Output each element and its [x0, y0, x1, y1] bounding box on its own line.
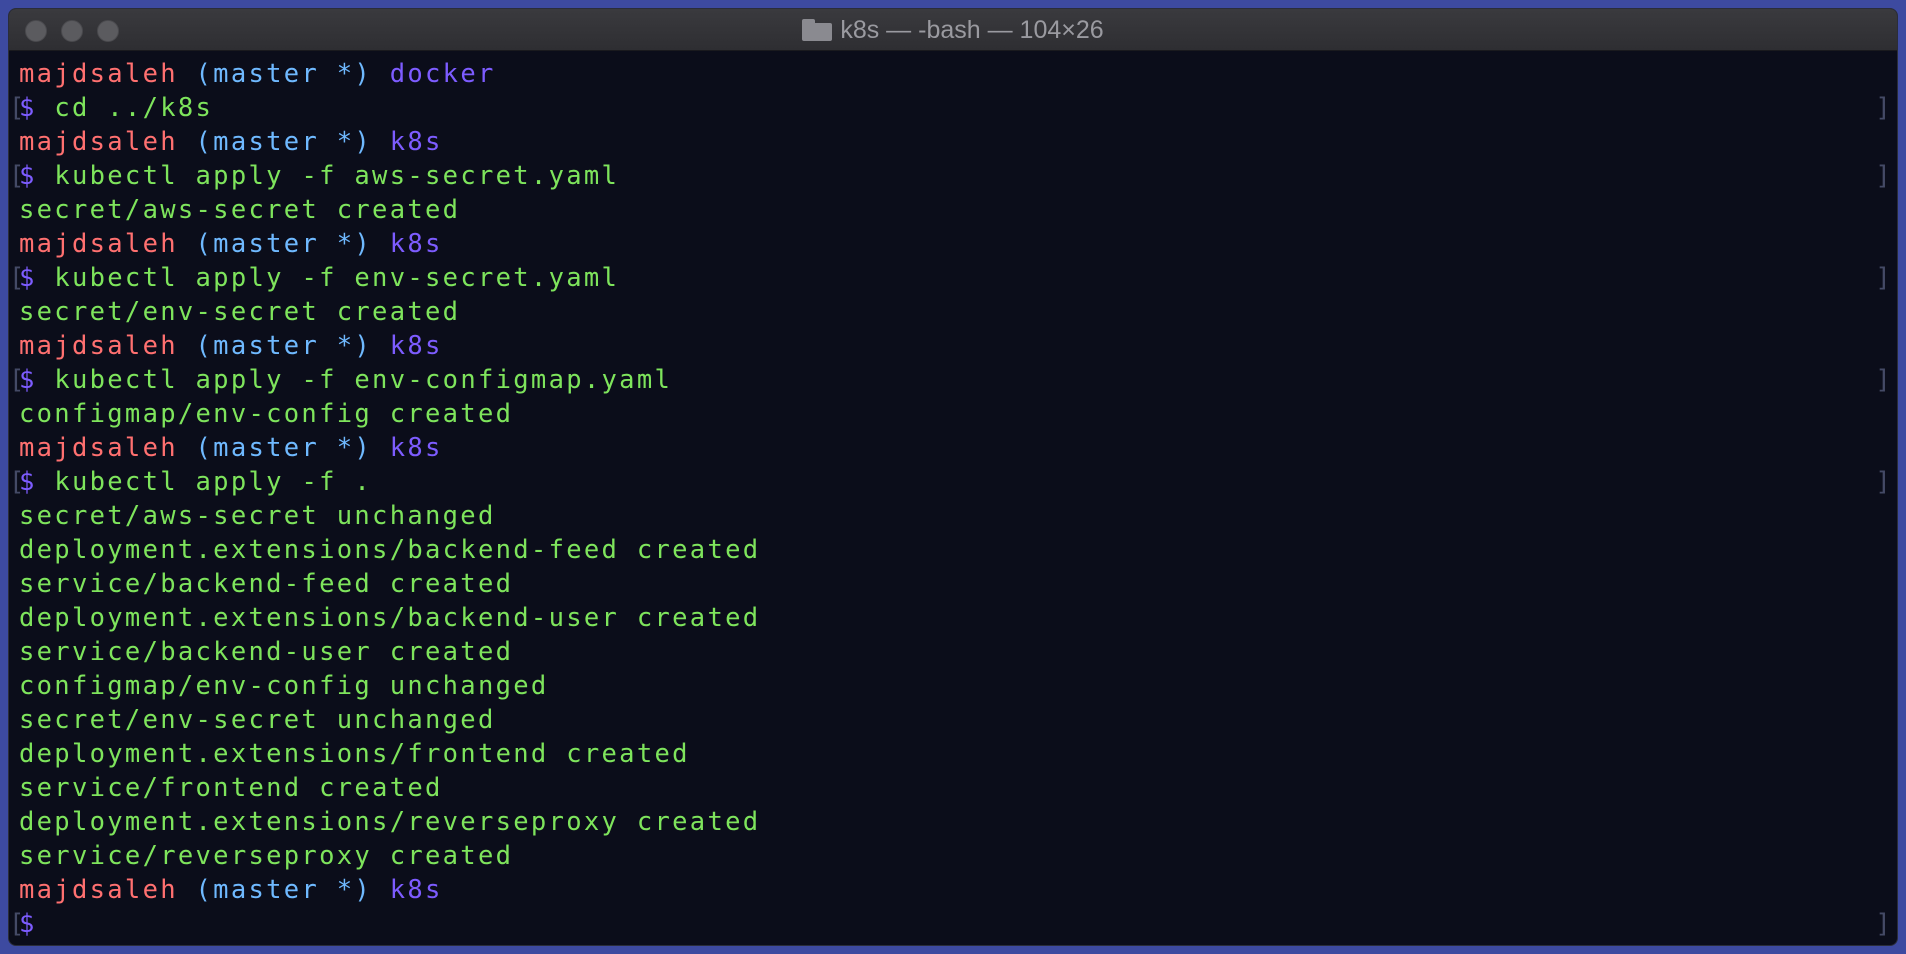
- line-mark-right: ]: [1875, 365, 1893, 395]
- output-line: secret/aws-secret created: [19, 193, 1887, 227]
- prompt-branch: (master *): [195, 127, 373, 157]
- output-text: deployment.extensions/frontend created: [19, 739, 690, 769]
- output-text: secret/env-secret created: [19, 297, 461, 327]
- command-line: [$ ]: [9, 907, 1891, 941]
- folder-icon: [802, 19, 833, 41]
- command-line: [$ cd ../k8s]: [9, 91, 1891, 125]
- prompt-user: majdsaleh: [19, 127, 178, 157]
- terminal-output[interactable]: majdsaleh (master *) docker[$ cd ../k8s]…: [9, 51, 1897, 945]
- command-line: [$ kubectl apply -f env-secret.yaml]: [9, 261, 1891, 295]
- prompt-branch: (master *): [195, 59, 373, 89]
- prompt-directory: k8s: [389, 875, 443, 905]
- prompt-line: majdsaleh (master *) k8s: [19, 125, 1887, 159]
- prompt-branch: (master *): [195, 875, 373, 905]
- prompt-line: majdsaleh (master *) k8s: [19, 431, 1887, 465]
- command-text: kubectl apply -f .: [54, 467, 373, 497]
- prompt-branch: (master *): [195, 331, 373, 361]
- window-title: k8s — -bash — 104×26: [9, 9, 1897, 51]
- prompt-directory: k8s: [389, 127, 443, 157]
- output-text: secret/aws-secret created: [19, 195, 461, 225]
- output-text: deployment.extensions/backend-feed creat…: [19, 535, 761, 565]
- output-text: secret/env-secret unchanged: [19, 705, 496, 735]
- output-line: configmap/env-config created: [19, 397, 1887, 431]
- output-text: deployment.extensions/backend-user creat…: [19, 603, 761, 633]
- line-mark-left: [: [9, 365, 27, 395]
- output-text: service/backend-feed created: [19, 569, 514, 599]
- prompt-user: majdsaleh: [19, 875, 178, 905]
- output-line: deployment.extensions/frontend created: [19, 737, 1887, 771]
- line-mark-left: [: [9, 909, 27, 939]
- command-text: kubectl apply -f env-configmap.yaml: [54, 365, 673, 395]
- output-text: deployment.extensions/reverseproxy creat…: [19, 807, 761, 837]
- prompt-branch: (master *): [195, 433, 373, 463]
- output-line: service/backend-feed created: [19, 567, 1887, 601]
- line-mark-left: [: [9, 263, 27, 293]
- line-mark-right: ]: [1875, 263, 1893, 293]
- output-text: service/frontend created: [19, 773, 443, 803]
- output-text: configmap/env-config created: [19, 399, 514, 429]
- prompt-user: majdsaleh: [19, 59, 178, 89]
- command-text: kubectl apply -f aws-secret.yaml: [54, 161, 620, 191]
- line-mark-right: ]: [1875, 909, 1893, 939]
- output-line: configmap/env-config unchanged: [19, 669, 1887, 703]
- line-mark-left: [: [9, 161, 27, 191]
- output-line: deployment.extensions/reverseproxy creat…: [19, 805, 1887, 839]
- terminal-window: k8s — -bash — 104×26 majdsaleh (master *…: [8, 8, 1898, 946]
- output-text: secret/aws-secret unchanged: [19, 501, 496, 531]
- output-line: service/frontend created: [19, 771, 1887, 805]
- output-line: service/backend-user created: [19, 635, 1887, 669]
- line-mark-right: ]: [1875, 467, 1893, 497]
- line-mark-left: [: [9, 93, 27, 123]
- prompt-user: majdsaleh: [19, 433, 178, 463]
- output-text: configmap/env-config unchanged: [19, 671, 549, 701]
- prompt-line: majdsaleh (master *) docker: [19, 57, 1887, 91]
- prompt-line: majdsaleh (master *) k8s: [19, 873, 1887, 907]
- prompt-directory: k8s: [389, 433, 443, 463]
- line-mark-left: [: [9, 467, 27, 497]
- command-text: cd ../k8s: [54, 93, 214, 123]
- command-line: [$ kubectl apply -f env-configmap.yaml]: [9, 363, 1891, 397]
- command-line: [$ kubectl apply -f aws-secret.yaml]: [9, 159, 1891, 193]
- prompt-directory: k8s: [389, 229, 443, 259]
- prompt-directory: docker: [389, 59, 496, 89]
- prompt-line: majdsaleh (master *) k8s: [19, 227, 1887, 261]
- window-title-text: k8s — -bash — 104×26: [840, 15, 1104, 44]
- prompt-branch: (master *): [195, 229, 373, 259]
- command-line: [$ kubectl apply -f .]: [9, 465, 1891, 499]
- line-mark-right: ]: [1875, 93, 1893, 123]
- prompt-user: majdsaleh: [19, 331, 178, 361]
- command-text: kubectl apply -f env-secret.yaml: [54, 263, 620, 293]
- output-text: service/backend-user created: [19, 637, 514, 667]
- title-bar[interactable]: k8s — -bash — 104×26: [9, 9, 1897, 51]
- prompt-directory: k8s: [389, 331, 443, 361]
- output-line: service/reverseproxy created: [19, 839, 1887, 873]
- output-text: service/reverseproxy created: [19, 841, 514, 871]
- output-line: secret/env-secret created: [19, 295, 1887, 329]
- output-line: secret/env-secret unchanged: [19, 703, 1887, 737]
- output-line: secret/aws-secret unchanged: [19, 499, 1887, 533]
- line-mark-right: ]: [1875, 161, 1893, 191]
- output-line: deployment.extensions/backend-feed creat…: [19, 533, 1887, 567]
- prompt-user: majdsaleh: [19, 229, 178, 259]
- output-line: deployment.extensions/backend-user creat…: [19, 601, 1887, 635]
- prompt-line: majdsaleh (master *) k8s: [19, 329, 1887, 363]
